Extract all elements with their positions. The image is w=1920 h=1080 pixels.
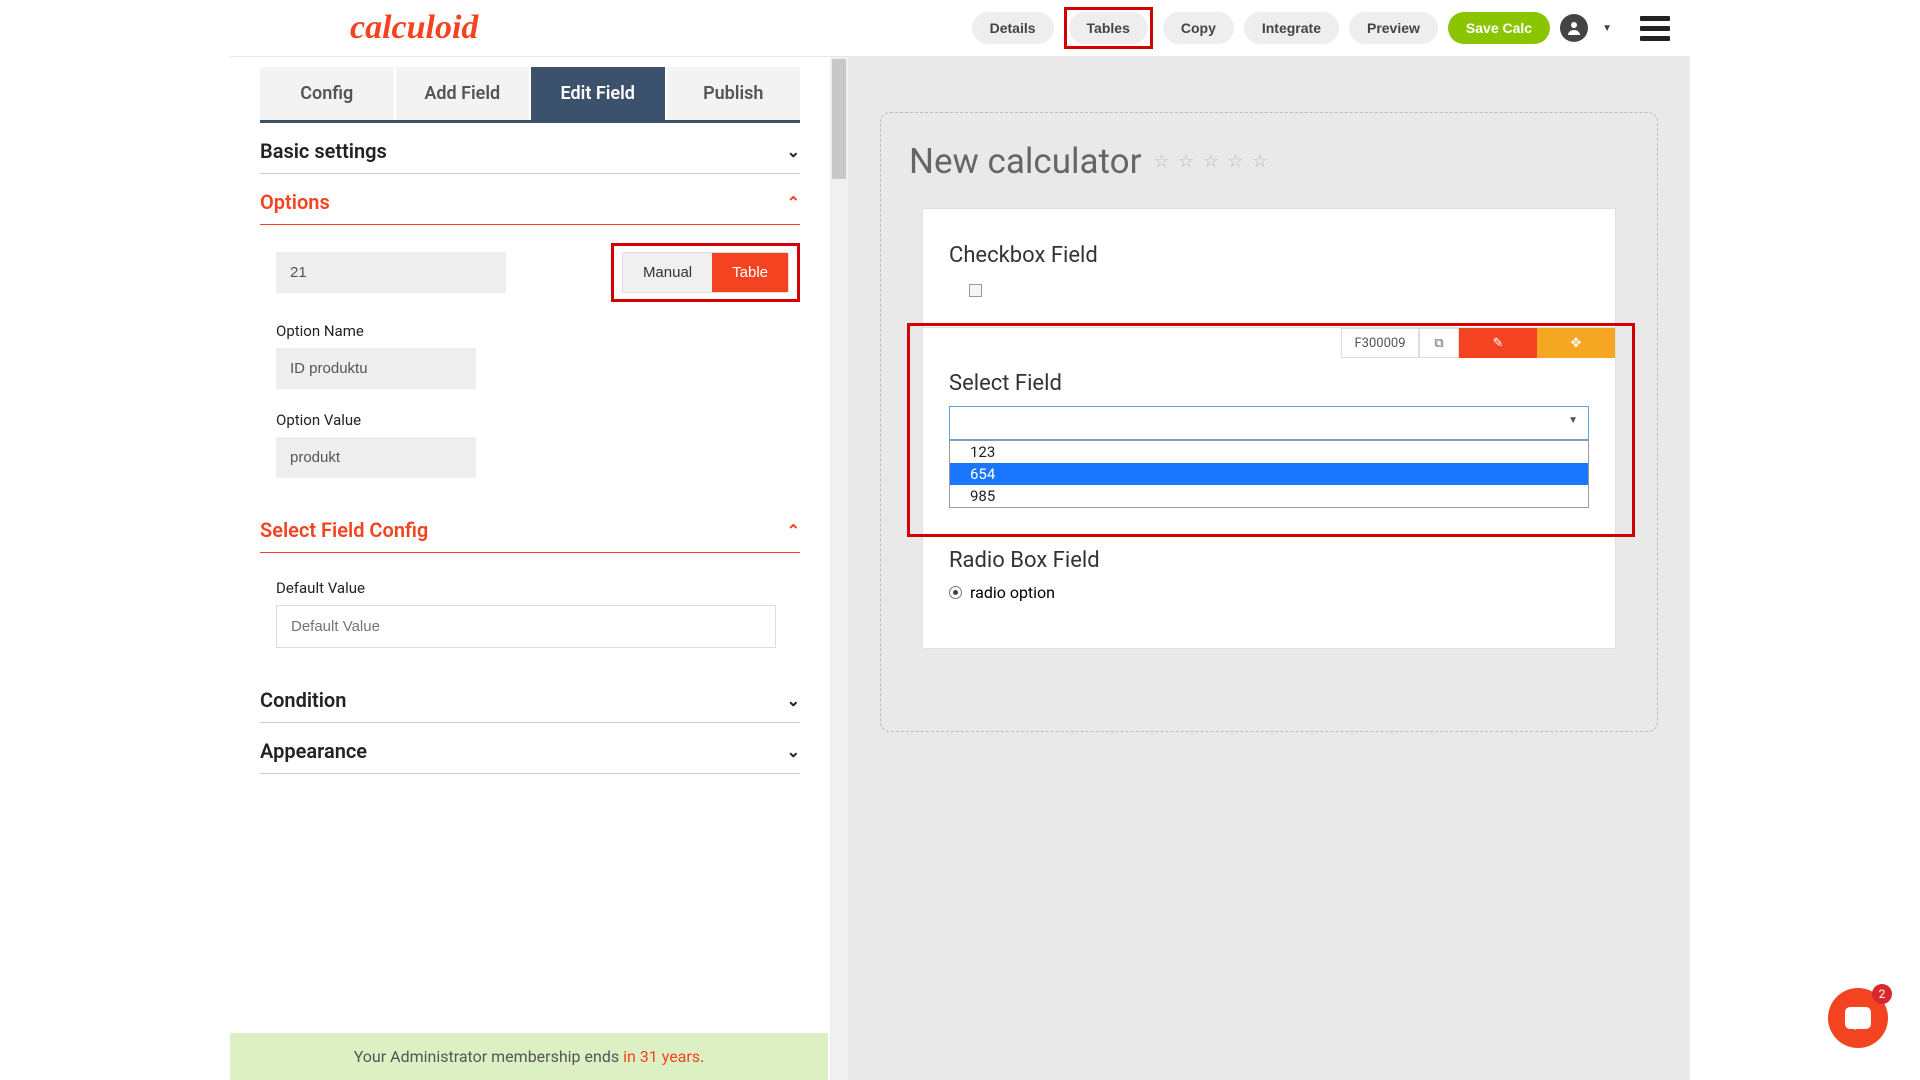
radio-title: Radio Box Field bbox=[949, 548, 1589, 573]
dropdown-item[interactable]: 123 bbox=[950, 441, 1588, 463]
option-value-label: Option Value bbox=[276, 403, 800, 437]
radio-label: radio option bbox=[970, 583, 1055, 602]
field-toolbar: F300009 ⧉ ✎ ✥ bbox=[923, 327, 1615, 357]
chevron-down-icon: ⌄ bbox=[787, 742, 800, 761]
preview-title: New calculator bbox=[909, 141, 1141, 182]
logo: calculoid bbox=[230, 9, 478, 47]
highlight-tables: Tables bbox=[1064, 7, 1153, 49]
nav-tables[interactable]: Tables bbox=[1069, 12, 1148, 44]
dropdown-item[interactable]: 654 bbox=[950, 463, 1588, 485]
toggle-manual[interactable]: Manual bbox=[623, 253, 712, 292]
tab-edit-field[interactable]: Edit Field bbox=[531, 67, 665, 120]
field-id-cell: F300009 bbox=[1341, 328, 1419, 358]
nav-copy[interactable]: Copy bbox=[1163, 12, 1234, 44]
acc-selectcfg-label: Select Field Config bbox=[260, 518, 428, 542]
nav-preview[interactable]: Preview bbox=[1349, 12, 1438, 44]
left-panel: Config Add Field Edit Field Publish Basi… bbox=[230, 57, 830, 1080]
scrollbar-thumb[interactable] bbox=[832, 59, 846, 179]
acc-select-config[interactable]: Select Field Config ⌃ bbox=[260, 502, 800, 553]
select-title: Select Field bbox=[949, 371, 1589, 396]
chevron-down-icon[interactable]: ▼ bbox=[1602, 23, 1612, 34]
hamburger-icon[interactable] bbox=[1640, 16, 1670, 41]
calculator-box: Checkbox Field F300009 ⧉ ✎ ✥ bbox=[922, 208, 1616, 649]
highlight-toggle: Manual Table bbox=[611, 243, 800, 302]
default-value-label: Default Value bbox=[276, 571, 800, 605]
acc-basic-label: Basic settings bbox=[260, 139, 387, 163]
copy-icon[interactable]: ⧉ bbox=[1419, 328, 1459, 358]
acc-condition-label: Condition bbox=[260, 688, 346, 712]
edit-icon[interactable]: ✎ bbox=[1459, 328, 1537, 358]
chat-icon bbox=[1845, 1007, 1871, 1029]
footer-text1: Your Administrator membership ends bbox=[354, 1047, 623, 1066]
chat-button[interactable]: 2 bbox=[1828, 988, 1888, 1048]
checkbox-input[interactable] bbox=[969, 284, 982, 297]
source-toggle: Manual Table bbox=[622, 252, 789, 293]
scrollbar[interactable] bbox=[830, 57, 848, 1080]
options-body: Manual Table Option Name Option Value bbox=[260, 225, 800, 490]
option-value-input[interactable] bbox=[276, 437, 476, 478]
nav-details[interactable]: Details bbox=[972, 12, 1054, 44]
select-config-body: Default Value bbox=[260, 553, 800, 660]
nav-integrate[interactable]: Integrate bbox=[1244, 12, 1339, 44]
tab-publish[interactable]: Publish bbox=[667, 67, 801, 120]
header: calculoid Details Tables Copy Integrate … bbox=[230, 0, 1690, 56]
acc-options[interactable]: Options ⌃ bbox=[260, 174, 800, 225]
star-rating[interactable]: ☆ ☆ ☆ ☆ ☆ bbox=[1153, 151, 1270, 172]
acc-appearance-label: Appearance bbox=[260, 739, 367, 763]
chat-badge: 2 bbox=[1872, 984, 1892, 1004]
tab-config[interactable]: Config bbox=[260, 67, 394, 120]
default-value-input[interactable] bbox=[276, 605, 776, 648]
chevron-down-icon: ⌄ bbox=[787, 691, 800, 710]
select-field-block[interactable]: F300009 ⧉ ✎ ✥ Select Field ▼ bbox=[923, 327, 1615, 534]
nav-save[interactable]: Save Calc bbox=[1448, 12, 1550, 44]
footer-banner: Your Administrator membership ends in 31… bbox=[230, 1033, 828, 1080]
preview-container: New calculator ☆ ☆ ☆ ☆ ☆ Checkbox Field … bbox=[880, 112, 1658, 732]
acc-appearance[interactable]: Appearance ⌄ bbox=[260, 723, 800, 774]
radio-input[interactable] bbox=[949, 586, 962, 599]
chevron-down-icon: ▼ bbox=[1568, 415, 1578, 426]
radio-field[interactable]: Radio Box Field radio option bbox=[923, 534, 1615, 628]
acc-condition[interactable]: Condition ⌄ bbox=[260, 672, 800, 723]
chevron-up-icon: ⌃ bbox=[787, 521, 800, 540]
footer-highlight: in 31 years bbox=[623, 1047, 700, 1066]
acc-basic-settings[interactable]: Basic settings ⌄ bbox=[260, 123, 800, 174]
preview-pane: New calculator ☆ ☆ ☆ ☆ ☆ Checkbox Field … bbox=[848, 57, 1690, 1080]
select-input[interactable]: ▼ bbox=[949, 406, 1589, 440]
checkbox-field[interactable]: Checkbox Field bbox=[923, 229, 1615, 327]
dropdown-item[interactable]: 985 bbox=[950, 485, 1588, 507]
tab-add-field[interactable]: Add Field bbox=[396, 67, 530, 120]
option-name-input[interactable] bbox=[276, 348, 476, 389]
chevron-up-icon: ⌃ bbox=[787, 193, 800, 212]
acc-options-label: Options bbox=[260, 190, 330, 214]
chevron-down-icon: ⌄ bbox=[787, 142, 800, 161]
toggle-table[interactable]: Table bbox=[712, 253, 788, 292]
footer-text2: . bbox=[700, 1047, 704, 1066]
nav-right: Details Tables Copy Integrate Preview Sa… bbox=[972, 7, 1690, 49]
avatar-icon[interactable] bbox=[1560, 14, 1588, 42]
sidebar-tabs: Config Add Field Edit Field Publish bbox=[260, 67, 800, 123]
option-number-input[interactable] bbox=[276, 252, 506, 293]
option-name-label: Option Name bbox=[276, 314, 800, 348]
move-icon[interactable]: ✥ bbox=[1537, 328, 1615, 358]
checkbox-title: Checkbox Field bbox=[949, 243, 1589, 268]
select-dropdown: 123 654 985 bbox=[949, 440, 1589, 508]
